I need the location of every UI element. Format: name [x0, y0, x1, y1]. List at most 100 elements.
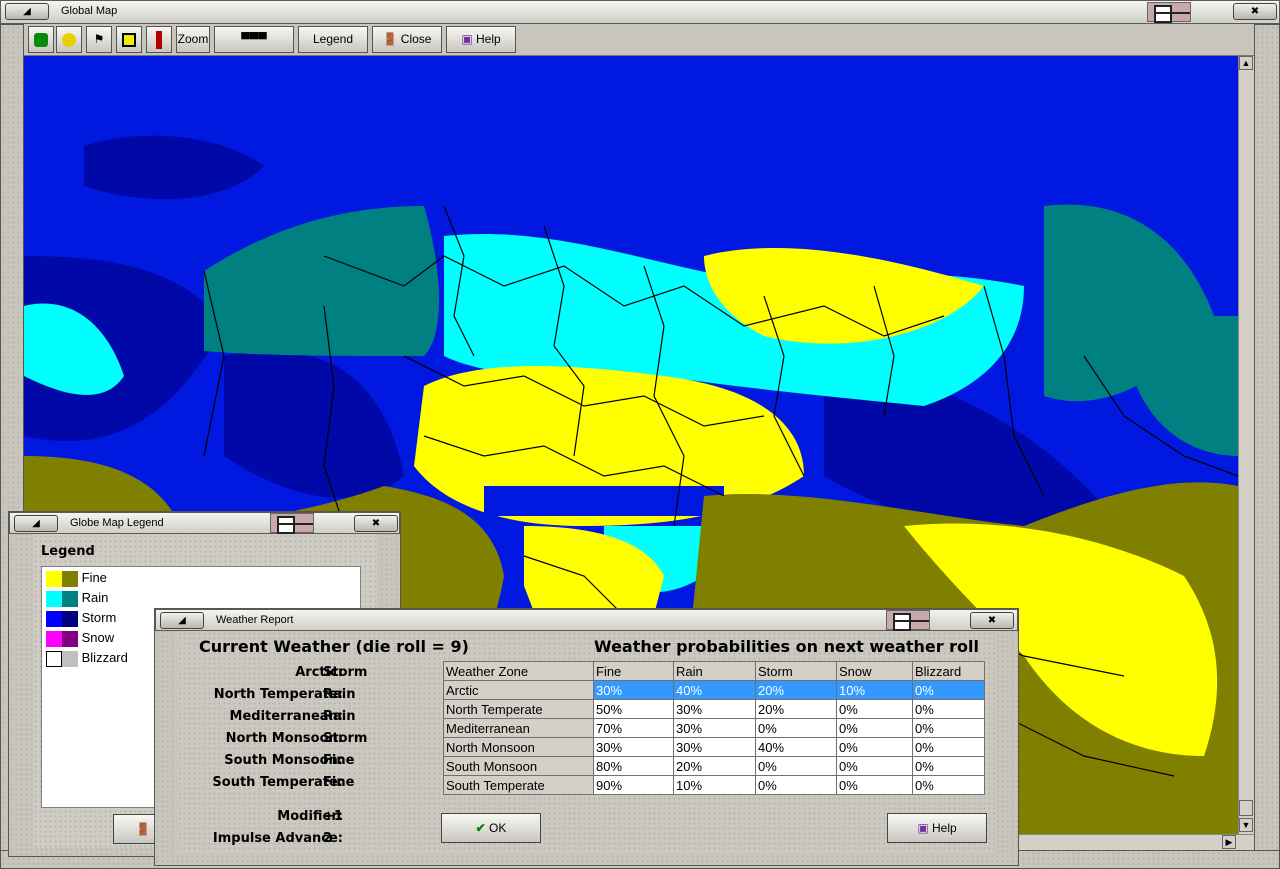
- cell-snow: 0%: [836, 737, 913, 757]
- ok-button[interactable]: ✔ OK: [441, 813, 541, 843]
- scroll-thumb[interactable]: [1239, 800, 1253, 816]
- cell-rain: 30%: [673, 737, 756, 757]
- help-button[interactable]: ▣ Help: [446, 26, 516, 53]
- legend-item-rain: Rain: [46, 589, 108, 607]
- scroll-right-icon[interactable]: ▶: [1222, 835, 1236, 849]
- grid-tool-button[interactable]: [116, 26, 142, 53]
- weather-help-button[interactable]: ▣ Help: [887, 813, 987, 843]
- book-icon: ▣: [917, 821, 929, 835]
- legend-titlebar[interactable]: ◢ Globe Map Legend ✖: [9, 512, 400, 534]
- cell-storm: 40%: [755, 737, 837, 757]
- table-row[interactable]: North Monsoon 30% 30% 40% 0% 0%: [443, 737, 985, 757]
- main-close-button[interactable]: ✖: [1233, 3, 1277, 20]
- header-blizzard[interactable]: Blizzard: [912, 661, 985, 681]
- cell-blizzard: 0%: [912, 737, 985, 757]
- weather-help-label: Help: [932, 821, 957, 835]
- sun-tool-button[interactable]: [56, 26, 82, 53]
- legend-flag-icon: [270, 513, 314, 534]
- close-button[interactable]: 🚪 Close: [372, 26, 442, 53]
- marker-icon: [156, 31, 162, 49]
- legend-item-snow: Snow: [46, 629, 114, 647]
- impulse-advance-value: 2: [323, 831, 333, 846]
- header-fine[interactable]: Fine: [593, 661, 674, 681]
- legend-heading: Legend: [41, 544, 95, 559]
- window-menu-button[interactable]: ◢: [5, 3, 49, 20]
- cell-blizzard: 0%: [912, 718, 985, 738]
- scroll-up-icon[interactable]: ▲: [1239, 56, 1253, 70]
- cell-blizzard: 0%: [912, 756, 985, 776]
- probability-heading: Weather probabilities on next weather ro…: [594, 637, 980, 656]
- close-label: Close: [400, 32, 432, 46]
- cell-storm: 20%: [755, 699, 837, 719]
- main-titlebar[interactable]: ◢ Global Map ✖: [0, 0, 1280, 24]
- cell-zone: Arctic: [443, 680, 594, 700]
- cell-blizzard: 0%: [912, 775, 985, 795]
- header-snow[interactable]: Snow: [836, 661, 913, 681]
- main-frame-right: [1254, 24, 1280, 869]
- cell-rain: 40%: [673, 680, 756, 700]
- zone-weather-mediterranean: Rain: [323, 709, 356, 724]
- cell-fine: 70%: [593, 718, 674, 738]
- cell-snow: 0%: [836, 718, 913, 738]
- zone-weather-north-temperate: Rain: [323, 687, 356, 702]
- cell-zone: North Temperate: [443, 699, 594, 719]
- table-row[interactable]: Mediterranean 70% 30% 0% 0% 0%: [443, 718, 985, 738]
- map-vertical-scrollbar[interactable]: ▲ ▼: [1238, 56, 1254, 834]
- fleet-button[interactable]: ▀▀▀: [214, 26, 294, 53]
- cell-zone: South Temperate: [443, 775, 594, 795]
- cell-storm: 20%: [755, 680, 837, 700]
- cell-snow: 10%: [836, 680, 913, 700]
- legend-label-fine: Fine: [81, 570, 107, 585]
- checkmark-icon: ✔: [475, 821, 486, 835]
- cell-zone: North Monsoon: [443, 737, 594, 757]
- modifier-value: +1: [323, 809, 343, 824]
- cell-rain: 20%: [673, 756, 756, 776]
- weather-close-button[interactable]: ✖: [970, 612, 1014, 629]
- legend-menu-button[interactable]: ◢: [14, 515, 58, 532]
- legend-item-fine: Fine: [46, 569, 107, 587]
- map-toolbar: ⚑ Zoom ▀▀▀ Legend 🚪 Close ▣ Help: [24, 24, 1254, 56]
- ship-icon: ▀▀▀: [241, 32, 267, 46]
- cell-zone: South Monsoon: [443, 756, 594, 776]
- ok-label: OK: [489, 821, 507, 835]
- weather-report-window: ◢ Weather Report ✖ Current Weather (die …: [154, 608, 1019, 866]
- weather-menu-button[interactable]: ◢: [160, 612, 204, 629]
- scroll-down-icon[interactable]: ▼: [1239, 818, 1253, 832]
- cell-zone: Mediterranean: [443, 718, 594, 738]
- zoom-button[interactable]: Zoom: [176, 26, 210, 53]
- sun-icon: [62, 33, 76, 47]
- table-row[interactable]: South Monsoon 80% 20% 0% 0% 0%: [443, 756, 985, 776]
- legend-item-storm: Storm: [46, 609, 116, 627]
- door-icon: 🚪: [135, 822, 151, 836]
- cell-storm: 0%: [755, 775, 837, 795]
- table-row[interactable]: Arctic 30% 40% 20% 10% 0%: [443, 680, 985, 700]
- help-label: Help: [476, 32, 501, 46]
- table-row[interactable]: South Temperate 90% 10% 0% 0% 0%: [443, 775, 985, 795]
- probability-table: Weather Zone Fine Rain Storm Snow Blizza…: [443, 661, 985, 795]
- flag-tool-button[interactable]: ⚑: [86, 26, 112, 53]
- weather-panel: Current Weather (die roll = 9) Weather p…: [177, 631, 997, 853]
- cell-rain: 30%: [673, 718, 756, 738]
- weather-flag-icon: [886, 610, 930, 631]
- unit-tool-button[interactable]: [28, 26, 54, 53]
- legend-item-blizzard: Blizzard: [46, 649, 128, 667]
- table-row[interactable]: North Temperate 50% 30% 20% 0% 0%: [443, 699, 985, 719]
- cell-fine: 90%: [593, 775, 674, 795]
- header-storm[interactable]: Storm: [755, 661, 837, 681]
- cell-rain: 10%: [673, 775, 756, 795]
- zone-weather-arctic: Storm: [323, 665, 368, 680]
- weather-window-title: Weather Report: [216, 614, 294, 626]
- hexagon-icon: [34, 33, 48, 47]
- legend-close-button[interactable]: ✖: [354, 515, 398, 532]
- main-window-title: Global Map: [61, 5, 118, 17]
- legend-label-blizzard: Blizzard: [81, 650, 128, 665]
- marker-tool-button[interactable]: [146, 26, 172, 53]
- book-icon: ▣: [461, 32, 473, 46]
- door-icon: 🚪: [382, 32, 398, 46]
- header-rain[interactable]: Rain: [673, 661, 756, 681]
- nation-flag-icon: [1147, 2, 1191, 23]
- weather-titlebar[interactable]: ◢ Weather Report ✖: [155, 609, 1018, 631]
- legend-button[interactable]: Legend: [298, 26, 368, 53]
- cell-blizzard: 0%: [912, 680, 985, 700]
- header-weather-zone[interactable]: Weather Zone: [443, 661, 594, 681]
